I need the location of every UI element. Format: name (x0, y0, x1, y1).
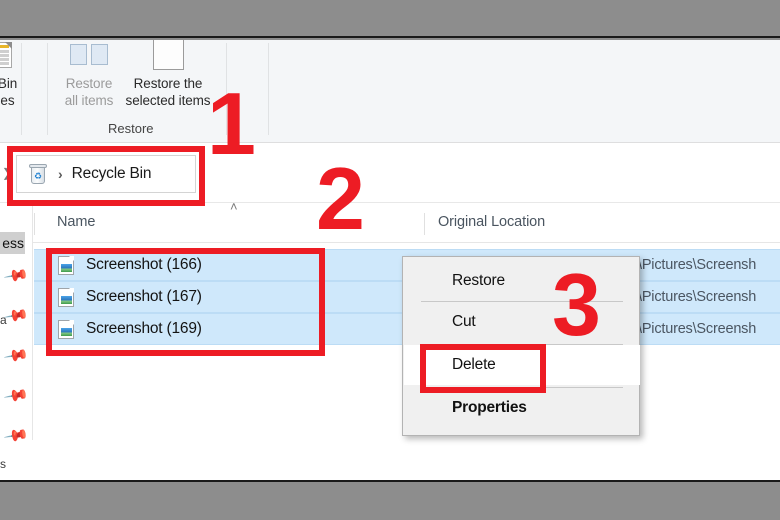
annotation-box-delete (420, 344, 546, 393)
annotation-box-file-list (46, 248, 325, 356)
sidebar-fragment-2: s (0, 457, 6, 471)
properties-icon (0, 42, 12, 68)
file-original-location: \Pictures\Screensh (638, 257, 757, 273)
ribbon-group-title-restore: Restore (108, 121, 154, 136)
annotation-number-3: 3 (552, 255, 601, 354)
file-original-location: \Pictures\Screensh (638, 321, 757, 337)
pin-icon-4: 📌 (3, 383, 30, 409)
recycle-bin-properties-label-line2: rties (0, 93, 15, 108)
bottom-letterbox-band (0, 480, 780, 520)
restore-selected-icon (153, 40, 184, 70)
ribbon-divider-4 (268, 43, 269, 135)
restore-all-icon (70, 44, 108, 65)
menu-item-properties[interactable]: Properties (404, 388, 640, 428)
menu-item-cut[interactable]: Cut (404, 302, 640, 342)
sidebar-item-quick-access[interactable]: ess (0, 232, 25, 254)
restore-all-items-label-line1: Restore (65, 76, 113, 91)
navigation-sidebar: ess 📌 📌 📌 📌 📌 a s (0, 205, 33, 471)
restore-all-items-label-line2: all items (64, 93, 114, 108)
menu-item-restore-label: Restore (452, 272, 505, 289)
screenshot-root: e Bin rties Restore all items Restore th… (0, 0, 780, 520)
column-divider-left (34, 213, 35, 235)
sidebar-fragment-1: a (0, 313, 7, 327)
file-original-location: \Pictures\Screensh (638, 289, 757, 305)
annotation-box-address-bar (7, 146, 205, 206)
column-divider-name-location (424, 213, 425, 235)
annotation-number-1: 1 (207, 74, 256, 173)
sort-ascending-icon: ˄ (230, 199, 238, 214)
top-letterbox-band (0, 0, 780, 38)
restore-selected-items-label-line1: Restore the (133, 76, 203, 91)
pin-icon-1: 📌 (3, 263, 30, 289)
menu-item-cut-label: Cut (452, 313, 476, 330)
column-header-name[interactable]: Name (57, 214, 95, 230)
restore-selected-items-label-line2: selected items (125, 93, 211, 108)
pin-icon-3: 📌 (3, 343, 30, 369)
column-header-bar: Name Original Location (0, 205, 780, 243)
ribbon-toolbar: e Bin rties Restore all items Restore th… (0, 40, 780, 143)
column-header-original-location[interactable]: Original Location (438, 214, 545, 230)
ribbon-divider-2 (47, 43, 48, 135)
recycle-bin-properties-label-line1: e Bin (0, 76, 18, 91)
menu-item-properties-label: Properties (452, 399, 527, 416)
menu-item-restore[interactable]: Restore (404, 261, 640, 301)
annotation-number-2: 2 (316, 149, 365, 248)
